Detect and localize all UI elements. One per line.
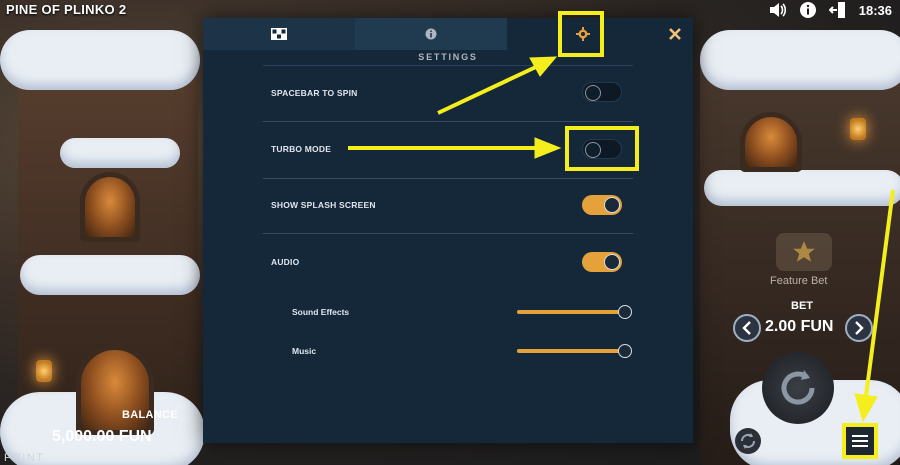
cabin-door-left xyxy=(76,345,154,435)
bet-increase-button[interactable] xyxy=(845,314,873,342)
exit-icon[interactable] xyxy=(828,1,847,19)
audio-label: AUDIO xyxy=(271,257,300,267)
lantern-right xyxy=(850,118,866,140)
autoplay-button[interactable] xyxy=(735,428,761,454)
cabin-window-right xyxy=(740,112,802,172)
feature-bet-button[interactable] xyxy=(776,233,832,271)
close-button[interactable] xyxy=(665,24,685,44)
highlight-settings-tab xyxy=(558,11,604,57)
snow-ledge-right xyxy=(704,170,900,206)
menu-icon xyxy=(852,435,868,447)
star-icon xyxy=(793,241,815,262)
snow-roof-left xyxy=(0,30,200,90)
status-bar: 18:36 xyxy=(769,0,892,20)
snow-roof-right xyxy=(700,30,900,90)
bet-label: BET xyxy=(791,300,813,312)
slider-fill xyxy=(517,310,625,314)
turbo-mode-label: TURBO MODE xyxy=(271,144,332,154)
sound-effects-label: Sound Effects xyxy=(292,307,350,317)
spin-button[interactable] xyxy=(762,352,834,424)
row-divider xyxy=(263,178,633,179)
sound-effects-slider[interactable] xyxy=(517,305,632,319)
snow-ledge-left xyxy=(60,138,180,168)
close-icon xyxy=(669,28,681,40)
show-splash-screen-toggle[interactable] xyxy=(582,195,622,215)
settings-tabs xyxy=(203,18,693,50)
settings-modal: SETTINGS SPACEBAR TO SPIN TURBO MODE SHO… xyxy=(203,18,693,443)
show-splash-screen-label: SHOW SPLASH SCREEN xyxy=(271,200,376,210)
settings-heading: SETTINGS xyxy=(418,52,478,62)
lantern-left xyxy=(36,360,52,382)
highlight-turbo-toggle xyxy=(565,126,639,171)
info-icon[interactable] xyxy=(799,1,817,19)
balance-value: 5,000.00 FUN xyxy=(52,428,152,445)
slider-thumb[interactable] xyxy=(618,305,632,319)
row-divider xyxy=(263,233,633,234)
cabin-window-left xyxy=(80,172,140,242)
paytable-icon xyxy=(271,28,287,40)
game-title: PINE OF PLINKO 2 xyxy=(6,2,127,17)
spacebar-to-spin-toggle[interactable] xyxy=(582,82,622,102)
spin-icon xyxy=(781,370,815,405)
slider-thumb[interactable] xyxy=(618,344,632,358)
feature-bet-label: Feature Bet xyxy=(770,275,828,287)
spacebar-to-spin-label: SPACEBAR TO SPIN xyxy=(271,88,358,98)
audio-toggle[interactable] xyxy=(582,252,622,272)
volume-icon[interactable] xyxy=(769,1,787,19)
bet-decrease-button[interactable] xyxy=(733,314,761,342)
bet-value: 2.00 FUN xyxy=(765,318,834,335)
slider-fill xyxy=(517,349,625,353)
row-divider xyxy=(263,121,633,122)
balance-label: BALANCE xyxy=(122,409,178,421)
autoplay-icon xyxy=(740,433,756,449)
tab-info[interactable] xyxy=(355,18,507,50)
print-label: PRINT xyxy=(4,452,45,464)
chevron-left-icon xyxy=(742,321,751,335)
music-slider[interactable] xyxy=(517,344,632,358)
info-icon xyxy=(425,28,437,40)
tab-paytable[interactable] xyxy=(203,18,355,50)
clock: 18:36 xyxy=(858,2,892,18)
chevron-right-icon xyxy=(855,321,864,335)
toggle-knob xyxy=(585,85,601,101)
heading-divider xyxy=(263,65,633,66)
music-label: Music xyxy=(292,346,317,356)
snow-ledge-left-2 xyxy=(20,255,200,295)
toggle-knob xyxy=(604,254,620,270)
toggle-knob xyxy=(604,197,620,213)
menu-button[interactable] xyxy=(842,423,878,459)
